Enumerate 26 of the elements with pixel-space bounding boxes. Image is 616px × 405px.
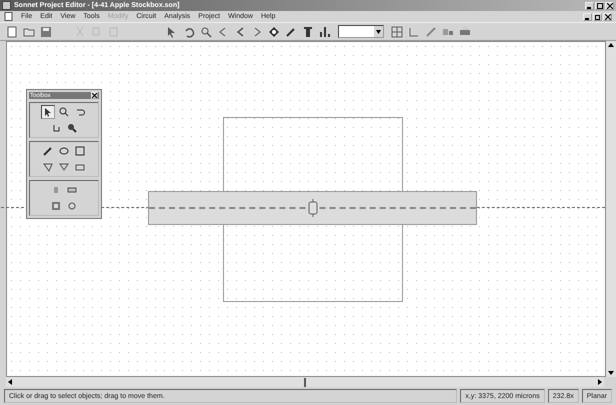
grid-icon[interactable] <box>389 24 405 39</box>
minimize-button[interactable] <box>583 12 592 20</box>
restore-icon <box>594 14 600 20</box>
minimize-button[interactable] <box>585 2 594 10</box>
scroll-down-icon[interactable] <box>607 369 615 377</box>
maximize-button[interactable] <box>595 2 604 10</box>
square-icon[interactable] <box>73 144 87 158</box>
pointer-icon[interactable] <box>41 105 55 119</box>
restore-button[interactable] <box>593 12 602 20</box>
zoom-icon[interactable] <box>57 105 71 119</box>
close-icon <box>92 93 97 98</box>
level-dropdown[interactable] <box>338 25 384 38</box>
bar-chart-icon[interactable] <box>317 24 333 39</box>
document-icon <box>4 12 13 21</box>
close-icon <box>606 2 612 8</box>
close-button[interactable] <box>91 92 98 99</box>
maximize-icon <box>596 2 602 8</box>
dropdown-arrow-icon <box>376 30 381 34</box>
magnifier-icon[interactable] <box>65 121 79 135</box>
close-button[interactable] <box>605 2 614 10</box>
close-icon <box>604 14 610 20</box>
horizontal-scrollbar[interactable] <box>6 377 604 387</box>
scroll-up-icon[interactable] <box>607 41 615 49</box>
vertical-scrollbar[interactable] <box>606 41 616 377</box>
close-button[interactable] <box>603 12 612 20</box>
save-icon[interactable] <box>38 24 54 39</box>
